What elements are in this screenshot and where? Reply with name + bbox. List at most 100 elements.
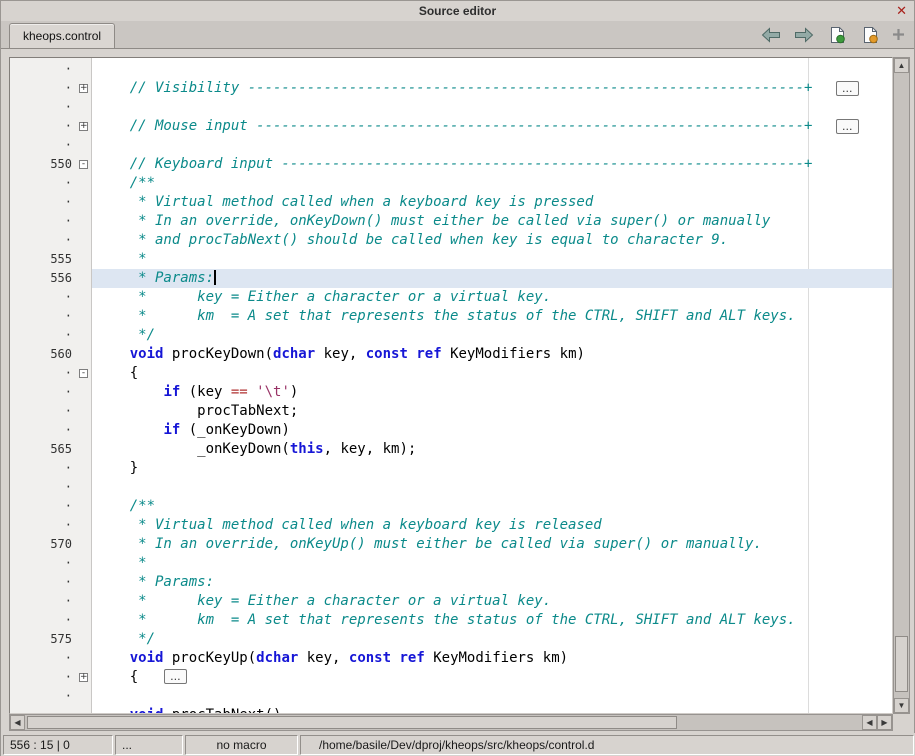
code-line[interactable]: · */ [10,326,892,345]
collapsed-fold-ellipsis[interactable]: ... [164,669,187,684]
document-green-button[interactable] [826,25,848,44]
gutter-dot: · [10,326,77,345]
code-text [92,60,892,79]
code-line[interactable]: · * [10,554,892,573]
code-line[interactable]: · /** [10,497,892,516]
code-line[interactable]: 560 void procKeyDown(dchar key, const re… [10,345,892,364]
fold-column: - [77,364,92,383]
line-number: 565 [10,440,77,459]
close-icon[interactable]: ✕ [896,3,907,19]
fold-collapse-icon[interactable]: - [79,160,88,169]
scroll-left-button-2[interactable]: ◀ [862,715,877,730]
scroll-up-button[interactable]: ▲ [894,58,909,73]
fold-column [77,326,92,345]
code-line[interactable]: · if (_onKeyDown) [10,421,892,440]
code-line[interactable]: · void procKeyUp(dchar key, const ref Ke… [10,649,892,668]
code-line[interactable]: · * Params: [10,573,892,592]
gutter-dot: · [10,516,77,535]
code-line[interactable]: · [10,136,892,155]
fold-column [77,136,92,155]
document-green-mark-icon [829,26,846,44]
vertical-scrollbar[interactable]: ▲ ▼ [893,57,910,714]
code-line[interactable]: · * In an override, onKeyDown() must eit… [10,212,892,231]
gutter-dot: · [10,288,77,307]
scroll-left-button[interactable]: ◀ [10,715,25,730]
tab-label: kheops.control [23,29,101,43]
document-orange-button[interactable] [859,25,881,44]
gutter-dot: · [10,174,77,193]
vertical-scroll-thumb[interactable] [895,636,908,692]
fold-column [77,288,92,307]
horizontal-scroll-thumb[interactable] [27,716,677,729]
gutter-dot: · [10,364,77,383]
fold-column [77,250,92,269]
tabbar: kheops.control [1,21,914,49]
code-line[interactable]: 555 * [10,250,892,269]
code-line[interactable]: 575 */ [10,630,892,649]
code-line[interactable]: · void procTabNext() [10,706,892,714]
code-line[interactable]: · } [10,459,892,478]
code-line[interactable]: ·+ {... [10,668,892,687]
code-line[interactable]: · * km = A set that represents the statu… [10,611,892,630]
code-line[interactable]: · [10,60,892,79]
fold-column [77,231,92,250]
scroll-down-button[interactable]: ▼ [894,698,909,713]
gutter-dot: · [10,117,77,136]
collapsed-fold-ellipsis[interactable]: ... [836,81,859,96]
code-line[interactable]: ·+ // Visibility -----------------------… [10,79,892,98]
code-text: procTabNext; [92,402,892,421]
fold-column [77,174,92,193]
code-line[interactable]: · * Virtual method called when a keyboar… [10,516,892,535]
scrollbar-corner [893,714,910,731]
gutter-dot: · [10,554,77,573]
titlebar[interactable]: Source editor ✕ [1,1,914,21]
detach-button[interactable] [892,25,905,44]
tab-kheops-control[interactable]: kheops.control [9,23,115,48]
go-back-button[interactable] [760,25,782,44]
code-text: // Keyboard input ----------------------… [92,155,892,174]
code-line[interactable]: · * km = A set that represents the statu… [10,307,892,326]
fold-column [77,402,92,421]
code-line[interactable]: · /** [10,174,892,193]
fold-expand-icon[interactable]: + [79,673,88,682]
statusbar: 556 : 15 | 0 ... no macro /home/basile/D… [1,733,915,756]
code-line[interactable]: · * Virtual method called when a keyboar… [10,193,892,212]
code-line[interactable]: · * key = Either a character or a virtua… [10,288,892,307]
fold-column [77,307,92,326]
code-text: * In an override, onKeyUp() must either … [92,535,892,554]
gutter-dot: · [10,592,77,611]
code-line[interactable]: 556 * Params: [10,269,892,288]
editor-area[interactable]: ··+ // Visibility ----------------------… [9,57,893,714]
code-line[interactable]: ·- { [10,364,892,383]
fold-column [77,193,92,212]
horizontal-scroll-track[interactable] [25,715,862,730]
code-line[interactable]: · * key = Either a character or a virtua… [10,592,892,611]
code-text: * km = A set that represents the status … [92,611,892,630]
code-line[interactable]: · * and procTabNext() should be called w… [10,231,892,250]
code-line[interactable]: · [10,687,892,706]
code-line[interactable]: 550- // Keyboard input -----------------… [10,155,892,174]
collapsed-fold-ellipsis[interactable]: ... [836,119,859,134]
gutter-dot: · [10,231,77,250]
vertical-scroll-track[interactable] [894,73,909,698]
fold-column [77,212,92,231]
code-text: * key = Either a character or a virtual … [92,592,892,611]
code-line[interactable]: 570 * In an override, onKeyUp() must eit… [10,535,892,554]
forward-arrow-icon [794,27,814,43]
fold-collapse-icon[interactable]: - [79,369,88,378]
fold-column [77,98,92,117]
go-forward-button[interactable] [793,25,815,44]
code-line[interactable]: · [10,98,892,117]
gutter-dot: · [10,421,77,440]
scroll-right-button[interactable]: ▶ [877,715,892,730]
code-line[interactable]: · procTabNext; [10,402,892,421]
code-line[interactable]: · if (key == '\t') [10,383,892,402]
code-line[interactable]: ·+ // Mouse input ----------------------… [10,117,892,136]
gutter-dot: · [10,383,77,402]
code-line[interactable]: 565 _onKeyDown(this, key, km); [10,440,892,459]
fold-expand-icon[interactable]: + [79,122,88,131]
horizontal-scrollbar[interactable]: ◀ ◀ ▶ [9,714,893,731]
fold-column: + [77,117,92,136]
fold-expand-icon[interactable]: + [79,84,88,93]
code-line[interactable]: · [10,478,892,497]
